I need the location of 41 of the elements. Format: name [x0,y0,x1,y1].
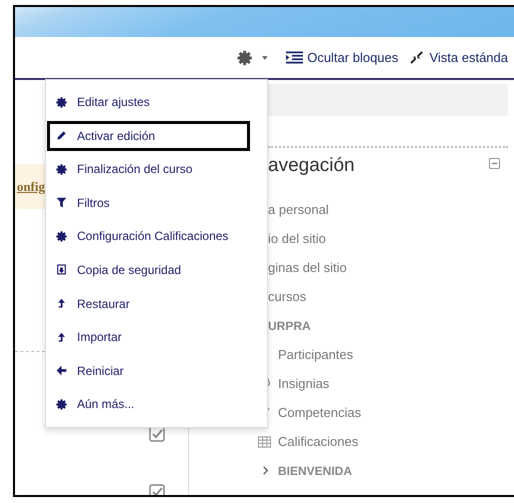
up-arrow-icon [56,298,67,310]
nav-link[interactable]: Competencias [278,405,362,420]
pencil-icon [56,130,67,142]
menu-item[interactable]: Restaurar [47,288,250,319]
block-title: avegación [268,155,355,177]
left-arrow-icon [56,365,67,376]
filter-icon [56,197,67,208]
gear-icon [56,230,67,242]
menu-item[interactable]: Copia de seguridad [47,254,250,285]
gear-icon [56,96,67,108]
menu-item[interactable]: Configuración Calificaciones [47,221,250,252]
nav-link[interactable]: Participantes [278,347,354,362]
nav-link[interactable]: a personal [268,202,329,217]
compress-arrows-icon [408,51,426,64]
list-icon [286,51,304,64]
menu-item[interactable]: Importar [47,322,250,352]
download-file-icon [56,264,67,276]
menu-item[interactable]: Finalización del curso [47,154,250,184]
toolbar-link[interactable]: Vista estánda [429,50,508,65]
caret-icon[interactable] [262,56,268,60]
menu-item[interactable]: Aún más... [47,389,250,420]
nav-link[interactable]: BIENVENIDA [278,464,352,478]
menu-item[interactable]: Editar ajustes [47,87,250,117]
menu-item[interactable]: Filtros [47,188,250,218]
settings-icon[interactable] [237,50,252,66]
nav-link[interactable]: Calificaciones [278,434,358,449]
notice-link[interactable]: onfig [16,178,45,194]
nav-link[interactable]: URPRA [268,318,311,332]
gear-icon [56,164,67,175]
menu-item[interactable]: Reiniciar [47,356,250,386]
chevron-icon[interactable] [261,466,270,475]
toolbar-link[interactable]: Ocultar bloques [307,50,398,65]
menu-item[interactable]: Activar edición [47,120,250,151]
nav-link[interactable]: ginas del sitio [268,260,347,275]
up-arrow-icon [56,332,67,343]
collapse-icon[interactable] [489,158,500,168]
table-icon [258,436,271,448]
nav-link[interactable]: Insignias [278,376,330,391]
nav-link[interactable]: cursos [268,289,306,304]
gear-icon [56,398,67,410]
nav-link[interactable]: io del sitio [268,231,326,246]
